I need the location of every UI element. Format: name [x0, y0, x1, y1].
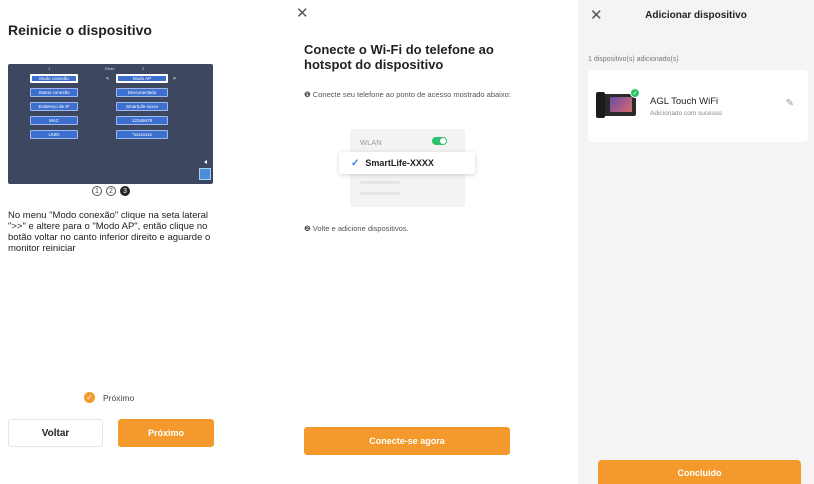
monitor-left-button: UUID: [30, 130, 78, 139]
toggle-on-icon: [432, 137, 447, 145]
device-status: Adicionado com sucesso: [650, 110, 722, 117]
back-button[interactable]: Voltar: [8, 419, 103, 447]
placeholder-line: [360, 192, 400, 195]
done-button[interactable]: Concluído: [598, 460, 801, 484]
monitor-right-button: *xxxxxxxx: [116, 130, 168, 139]
monitor-left-button: Endereço de IP: [30, 102, 78, 111]
check-badge-icon: ✓: [630, 88, 640, 98]
wlan-label: WLAN: [360, 138, 382, 147]
ssid-label: SmartLife-XXXX: [365, 158, 434, 168]
page-title: Conecte o Wi-Fi do telefone ao hotspot d…: [304, 42, 494, 72]
checkbox-label: Próximo: [103, 392, 135, 403]
connect-now-button[interactable]: Conecte-se agora: [304, 427, 510, 455]
step-dot: 1: [92, 186, 102, 196]
screen-connect-hotspot: ✕ Conecte o Wi-Fi do telefone ao hotspot…: [282, 0, 527, 484]
monitor-right-button: Desconectado: [116, 88, 168, 97]
ssid-card: ✓ SmartLife-XXXX: [339, 152, 475, 174]
screen-restart-device: Reinicie o dispositivo 1 Rede 2 Modo con…: [0, 0, 224, 484]
step-indicator: 1 2 3: [92, 186, 130, 196]
check-icon: ✓: [351, 157, 360, 169]
step-one-text: ❶ Conecte seu telefone ao ponto de acess…: [304, 90, 511, 99]
close-icon[interactable]: ✕: [296, 6, 309, 21]
monitor-right-button: SmartLife-xxxxx: [116, 102, 168, 111]
monitor-screenshot: 1 Rede 2 Modo conexão Status conexão End…: [8, 64, 213, 184]
monitor-arrow-right: >: [173, 76, 176, 82]
placeholder-line: [360, 181, 400, 184]
step-dot: 2: [106, 186, 116, 196]
pencil-icon[interactable]: ✎: [786, 98, 794, 109]
monitor-right-button: Modo AP: [116, 74, 168, 83]
page-title: Reinicie o dispositivo: [8, 22, 152, 38]
monitor-arrow-left: <: [106, 76, 109, 82]
monitor-back-icon: [199, 168, 211, 180]
monitor-screen-shape: [610, 97, 632, 112]
step-dot-active: 3: [120, 186, 130, 196]
screen-add-device: ✕ Adicionar dispositivo 1 dispositivo(s)…: [578, 0, 814, 484]
monitor-header-center: Rede: [105, 66, 115, 71]
intercom-image: ✓: [596, 88, 640, 118]
device-card[interactable]: ✓ AGL Touch WiFi Adicionado com sucesso …: [588, 70, 808, 142]
triangle-icon: [204, 160, 207, 164]
monitor-left-button: MAC: [30, 116, 78, 125]
step-two-text: ❷ Volte e adicione dispositivos.: [304, 224, 409, 233]
page-title: Adicionar dispositivo: [645, 10, 747, 21]
monitor-header-left: 1: [48, 66, 51, 71]
instruction-text: No menu "Modo conexão" clique na seta la…: [8, 210, 211, 254]
monitor-left-button: Status conexão: [30, 88, 78, 97]
next-button[interactable]: Próximo: [118, 419, 214, 447]
confirm-checkbox-row[interactable]: ✓ Próximo: [84, 392, 134, 403]
check-icon[interactable]: ✓: [84, 392, 95, 403]
device-count-text: 1 dispositivo(s) adicionado(s): [588, 56, 679, 63]
monitor-right-button: 12345678: [116, 116, 168, 125]
device-name: AGL Touch WiFi: [650, 96, 719, 107]
monitor-left-button: Modo conexão: [30, 74, 78, 83]
monitor-header-right: 2: [142, 66, 145, 71]
handset-shape: [596, 92, 605, 118]
